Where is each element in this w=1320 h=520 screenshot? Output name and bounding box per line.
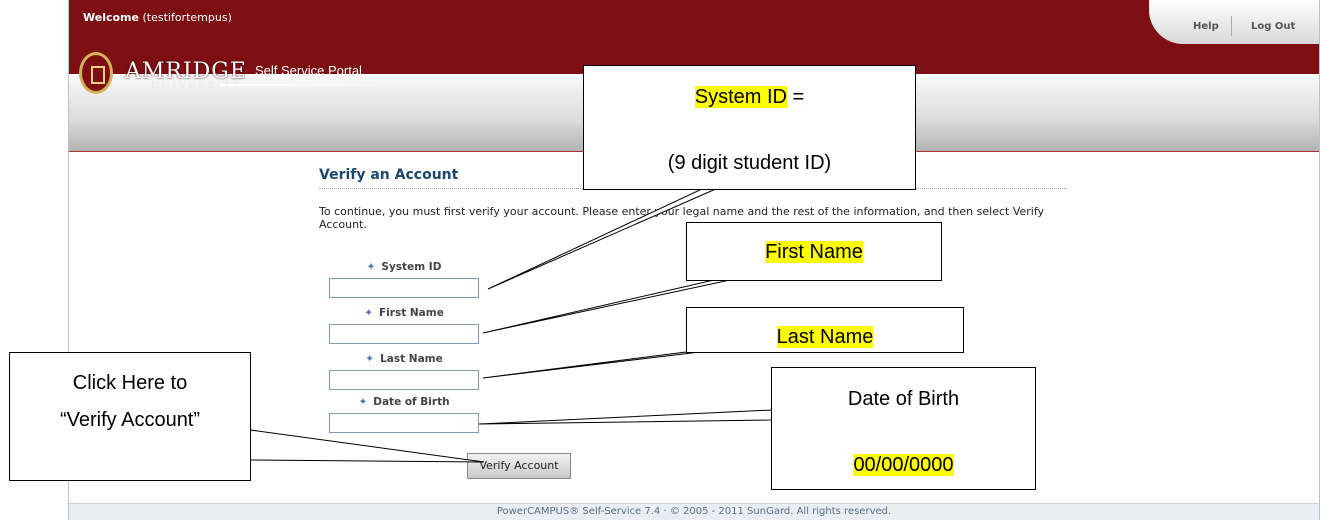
dob-callout: Date of Birth 00/00/0000 xyxy=(771,367,1036,490)
required-star-icon: ✦ xyxy=(365,353,375,365)
first-name-label-text: First Name xyxy=(379,307,444,319)
welcome-user: (testifortempus) xyxy=(142,11,232,24)
first-name-callout-text: First Name xyxy=(765,241,863,263)
system-id-callout-line1: System ID = xyxy=(584,86,915,109)
welcome-text: Welcome (testifortempus) xyxy=(83,11,232,24)
last-name-label-text: Last Name xyxy=(380,353,443,365)
page-title: Verify an Account xyxy=(319,167,459,183)
system-id-term: System ID xyxy=(694,86,787,108)
system-id-description: (9 digit student ID) xyxy=(667,152,832,174)
dob-input[interactable] xyxy=(329,413,479,433)
first-name-label: ✦ First Name xyxy=(329,307,479,319)
required-star-icon: ✦ xyxy=(358,396,368,408)
system-id-input[interactable] xyxy=(329,278,479,298)
portal-name: Self Service Portal xyxy=(255,63,362,78)
last-name-callout-text: Last Name xyxy=(776,326,874,348)
system-id-label: ✦ System ID xyxy=(329,261,479,273)
nav-divider xyxy=(1231,16,1232,36)
first-name-input[interactable] xyxy=(329,324,479,344)
first-name-callout: First Name xyxy=(686,222,942,281)
footer: PowerCAMPUS® Self-Service 7.4 · © 2005 -… xyxy=(69,503,1319,520)
portal-underline xyxy=(219,84,399,86)
verify-callout-line1: Click Here to xyxy=(72,372,188,394)
system-id-label-text: System ID xyxy=(381,261,442,273)
dob-callout-label: Date of Birth xyxy=(847,388,960,410)
top-nav: Help Log Out xyxy=(1149,0,1319,44)
last-name-callout: Last Name xyxy=(686,307,964,353)
logout-link[interactable]: Log Out xyxy=(1251,21,1295,32)
verify-callout: Click Here to “Verify Account” xyxy=(9,352,251,481)
dob-callout-format: 00/00/0000 xyxy=(853,454,954,476)
verify-callout-line2: “Verify Account” xyxy=(59,409,201,431)
system-id-callout: System ID = (9 digit student ID) xyxy=(583,65,916,190)
required-star-icon: ✦ xyxy=(364,307,373,319)
dob-label: ✦ Date of Birth xyxy=(329,396,479,408)
welcome-label: Welcome xyxy=(83,11,139,24)
verify-account-button[interactable]: Verify Account xyxy=(467,453,571,479)
university-seal-icon xyxy=(79,52,113,94)
system-id-equals: = xyxy=(787,86,805,108)
help-link[interactable]: Help xyxy=(1193,21,1219,32)
last-name-label: ✦ Last Name xyxy=(329,353,479,365)
required-star-icon: ✦ xyxy=(366,261,376,273)
last-name-input[interactable] xyxy=(329,370,479,390)
logo-subtext: UNIVERSITY xyxy=(151,81,242,91)
dob-label-text: Date of Birth xyxy=(373,396,450,408)
